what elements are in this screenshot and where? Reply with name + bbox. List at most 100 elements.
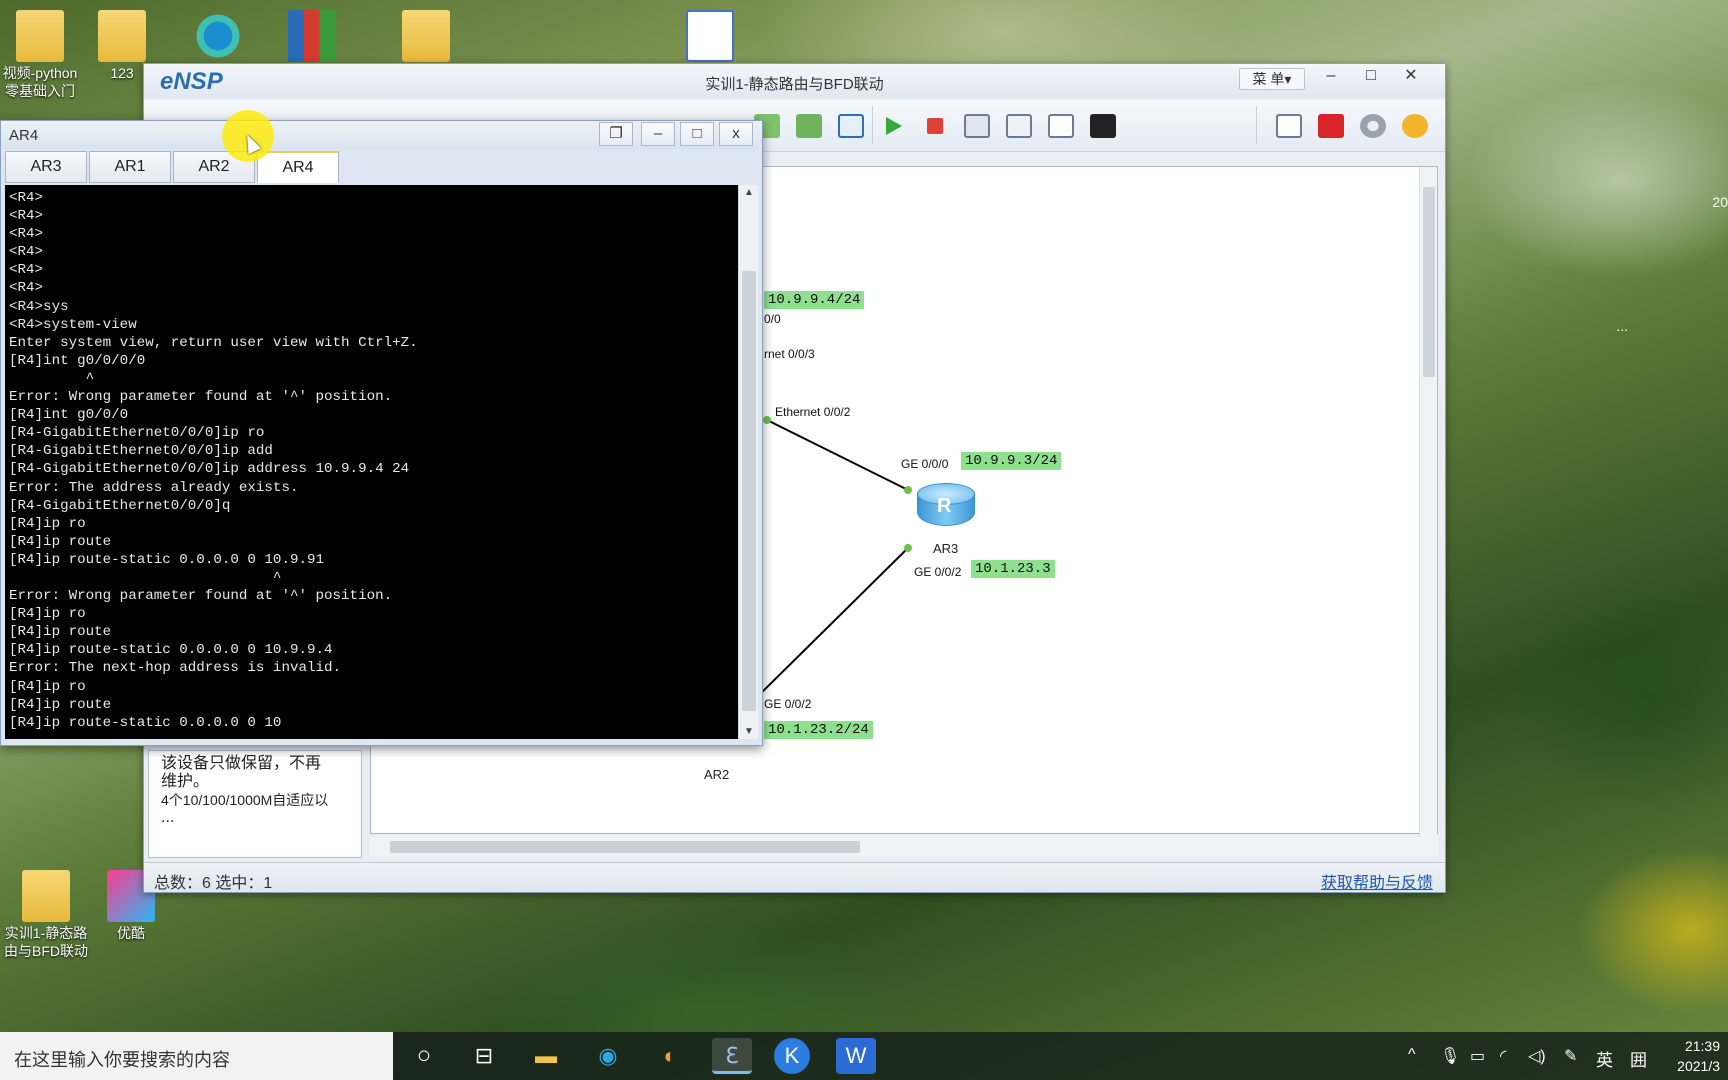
wps-icon[interactable]: W [836, 1038, 876, 1074]
edge-text: ... [1616, 318, 1628, 334]
terminal-line: <R4> [9, 226, 44, 243]
volume-icon[interactable]: ◁) [1528, 1046, 1546, 1066]
desktop-icon-folder[interactable] [396, 10, 456, 64]
battery-icon[interactable]: ▭ [1470, 1046, 1485, 1066]
ar4-window-title: AR4 [9, 127, 39, 144]
k-app-icon[interactable]: K [774, 1038, 810, 1074]
huawei-icon[interactable] [1318, 114, 1344, 138]
clock-date: 2021/3 [1677, 1058, 1720, 1074]
terminal-line: Error: Wrong parameter found at '^' posi… [9, 588, 393, 605]
terminal-line: [R4]ip route [9, 533, 112, 550]
terminal-line: ^ [9, 370, 95, 387]
terminal-line: Error: The next-hop address is invalid. [9, 660, 342, 677]
horizontal-scrollbar[interactable] [370, 837, 1438, 857]
vertical-scrollbar[interactable] [1419, 167, 1437, 837]
search-input[interactable]: 在这里输入你要搜索的内容 [0, 1032, 393, 1080]
desktop-icon-python-video[interactable]: 视频-python 零基础入门 [0, 10, 88, 100]
terminal-line: [R4]ip route-static 0.0.0.0 0 10.9.9.4 [9, 642, 333, 659]
terminal-line: [R4]ip ro [9, 606, 86, 623]
screenshot-icon[interactable] [1090, 114, 1116, 138]
folder-icon [16, 10, 64, 62]
clock-time: 21:39 [1684, 1038, 1720, 1054]
edge-icon[interactable]: ◉ [588, 1038, 628, 1074]
ime-mode[interactable]: 囲 [1630, 1046, 1647, 1071]
tab-ar4[interactable]: AR4 [257, 151, 339, 183]
interface-label: GE 0/0/2 [914, 565, 962, 579]
chat-icon[interactable] [1276, 114, 1302, 138]
close-button[interactable]: x [719, 122, 753, 146]
terminal-line: [R4-GigabitEthernet0/0/0]q [9, 497, 231, 514]
interface-label: GE 0/0/2 [764, 697, 812, 711]
ip-label-ar3-ge000: 10.9.9.3/24 [961, 452, 1062, 470]
desktop-icon-winrar[interactable] [282, 10, 342, 64]
device-description: 该设备只做保留，不再 维护。 4个10/100/1000M自适应以 ... [148, 750, 362, 858]
cortana-icon[interactable]: ○ [404, 1038, 444, 1074]
stop-icon[interactable] [922, 114, 948, 138]
topology-icon[interactable] [1006, 114, 1032, 138]
help-feedback-link[interactable]: 获取帮助与反馈 [1321, 869, 1433, 893]
terminal-line: <R4> [9, 244, 44, 261]
terminal-line: <R4> [9, 262, 44, 279]
status-bar: 总数：6 选中：1 获取帮助与反馈 [144, 862, 1445, 892]
terminal-line: [R4]int g0/0/0 [9, 407, 129, 424]
file-explorer-icon[interactable]: ▬ [526, 1038, 566, 1074]
help-icon[interactable] [1402, 114, 1428, 138]
terminal-line: Error: The address already exists. [9, 479, 299, 496]
terminal-line: [R4]ip route [9, 624, 112, 641]
grid-icon[interactable] [1048, 114, 1074, 138]
app-icon[interactable]: ◐ [650, 1038, 690, 1074]
pen-icon[interactable]: ✎ [1564, 1046, 1577, 1066]
capture-icon[interactable] [964, 114, 990, 138]
terminal-line: [R4]int g0/0/0/0 [9, 352, 146, 369]
terminal-scrollbar[interactable]: ▲ ▼ [738, 185, 758, 739]
edge-text: 20 [1712, 194, 1728, 210]
document-icon [686, 10, 734, 62]
ip-label-ar3-ge002: 10.1.23.3 [971, 560, 1055, 578]
status-count: 总数：6 选中：1 [154, 875, 273, 892]
interface-label: GE 0/0/0 [901, 457, 949, 471]
ime-language[interactable]: 英 [1596, 1046, 1613, 1071]
gear-icon[interactable] [1360, 114, 1386, 138]
terminal-line: [R4]ip route-static 0.0.0.0 0 10.9.91 [9, 551, 325, 568]
terminal-line: <R4> [9, 208, 44, 225]
archive-icon [288, 10, 336, 62]
minimize-button[interactable]: – [641, 122, 675, 146]
folder-icon [22, 870, 70, 922]
ip-label-ar4: 10.9.9.4/24 [764, 291, 865, 309]
desktop-icon-wps-doc[interactable] [680, 10, 740, 64]
microphone-icon[interactable]: 🎙 [1440, 1046, 1460, 1066]
maximize-button[interactable]: □ [1351, 64, 1391, 90]
start-icon[interactable] [880, 114, 906, 138]
terminal-line: Error: Wrong parameter found at '^' posi… [9, 389, 393, 406]
wifi-icon[interactable]: ◜ [1500, 1046, 1506, 1066]
close-button[interactable]: ✕ [1391, 64, 1431, 90]
menu-button[interactable]: 菜 单▾ [1239, 68, 1305, 90]
interface-label: 0/0 [764, 312, 781, 326]
ar4-titlebar[interactable]: AR4 ❐ – □ x [1, 121, 762, 149]
app-icon [194, 10, 242, 62]
task-view-icon[interactable]: ⊟ [464, 1038, 504, 1074]
clock[interactable]: 21:39 2021/3 [1677, 1036, 1720, 1076]
terminal-line: [R4-GigabitEthernet0/0/0]ip ro [9, 425, 265, 442]
maximize-button[interactable]: □ [680, 122, 714, 146]
desktop-icon-lab-file[interactable]: 实训1-静态路 由与BFD联动 [0, 870, 94, 960]
tab-ar3[interactable]: AR3 [5, 151, 87, 183]
taskbar: 在这里输入你要搜索的内容 ○ ⊟ ▬ ◉ ◐ ℇ K W ^ 🎙 ▭ ◜ ◁) … [0, 1032, 1728, 1080]
ensp-taskbar-icon[interactable]: ℇ [712, 1038, 752, 1074]
terminal-line: <R4> [9, 280, 44, 297]
device-name-ar2: AR2 [704, 767, 730, 782]
minimize-button[interactable]: – [1311, 64, 1351, 90]
router-ar3[interactable]: R [917, 483, 975, 533]
tab-ar1[interactable]: AR1 [89, 151, 171, 183]
desktop-icon-app-b[interactable] [188, 10, 248, 64]
terminal-line: <R4>sys [9, 298, 69, 315]
ensp-titlebar[interactable]: eNSP 实训1-静态路由与BFD联动 菜 单▾ – □ ✕ [144, 64, 1445, 98]
interface-label: Ethernet 0/0/2 [775, 405, 851, 419]
restore-button[interactable]: ❐ [599, 122, 633, 146]
terminal-line: [R4]ip ro [9, 678, 86, 695]
chevron-up-icon[interactable]: ^ [1408, 1046, 1416, 1064]
zoom-out-icon[interactable] [796, 114, 822, 138]
terminal-output[interactable]: <R4> <R4> <R4> <R4> <R4> <R4> <R4>sys <R4>syste… [5, 185, 738, 739]
terminal-line: [R4-GigabitEthernet0/0/0]ip add [9, 443, 273, 460]
fit-view-icon[interactable] [838, 114, 864, 138]
